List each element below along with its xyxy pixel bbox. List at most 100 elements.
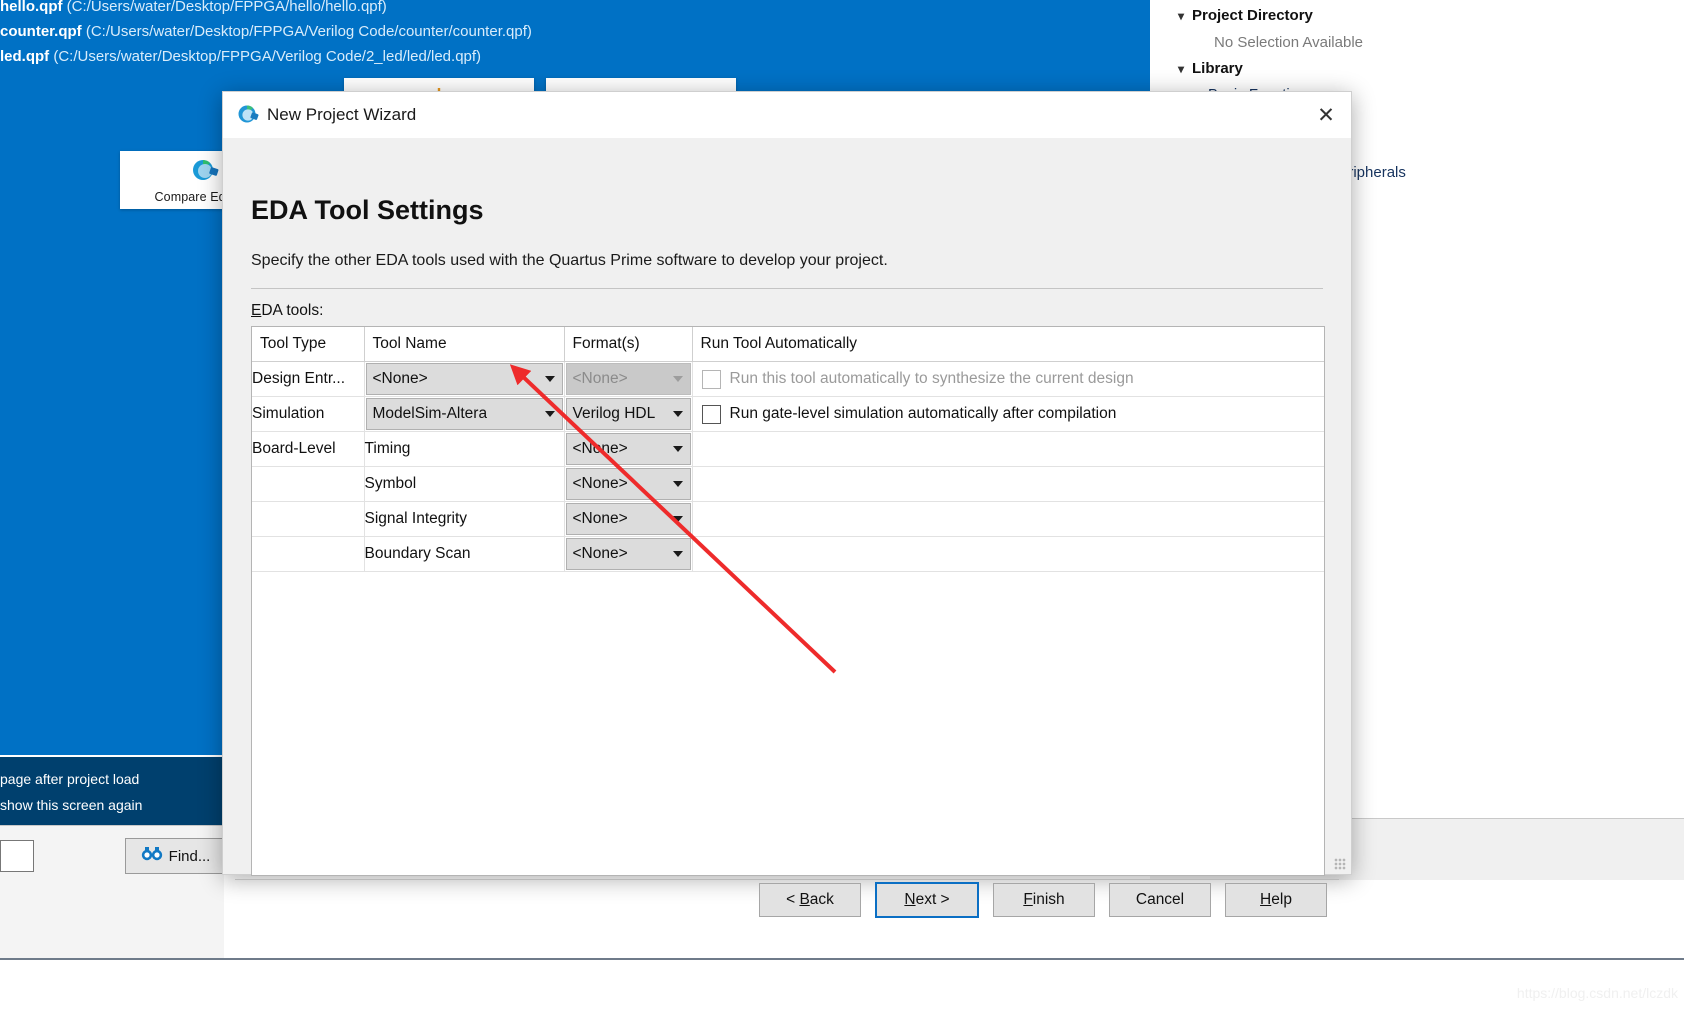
home-footer-textbox[interactable] — [0, 840, 34, 872]
page-description: Specify the other EDA tools used with th… — [251, 252, 888, 269]
run-tool-label: Run this tool automatically to synthesiz… — [729, 370, 1134, 387]
column-header-tool-name: Tool Name — [364, 327, 565, 362]
home-option-item[interactable]: page after project load — [0, 766, 224, 792]
close-icon[interactable]: ✕ — [1311, 100, 1341, 130]
recent-project-item[interactable]: counter.qpf (C:/Users/water/Desktop/FPPG… — [0, 19, 700, 44]
format-value: Verilog HDL — [572, 405, 656, 422]
eda-tools-table-wrapper: Tool Type Tool Name Format(s) Run Tool A… — [251, 326, 1325, 876]
next-button[interactable]: Next > — [875, 882, 979, 918]
cell-format: <None> — [564, 361, 693, 397]
format-dropdown[interactable]: <None> — [565, 538, 691, 570]
format-value: <None> — [572, 475, 628, 492]
dialog-titlebar: New Project Wizard ✕ — [223, 92, 1351, 138]
next-button-mnemonic: N — [904, 891, 916, 908]
format-value: <None> — [572, 510, 628, 527]
home-option-item[interactable]: show this screen again — [0, 792, 224, 818]
chevron-down-icon: ▾ — [1178, 9, 1185, 23]
project-directory-header[interactable]: ▾ Project Directory — [1178, 7, 1313, 24]
format-dropdown[interactable]: <None> — [565, 503, 691, 535]
cell-run-tool: Run gate-level simulation automatically … — [692, 396, 1325, 432]
cell-tool-name: Boundary Scan — [364, 536, 565, 572]
new-project-wizard-dialog: New Project Wizard ✕ EDA Tool Settings S… — [222, 91, 1352, 918]
run-tool-automatically-option: Run this tool automatically to synthesiz… — [693, 369, 1325, 389]
finish-button-label: inish — [1032, 891, 1065, 908]
run-gate-level-simulation-checkbox[interactable] — [701, 404, 721, 424]
cell-tool-type — [252, 501, 365, 537]
recent-projects-list: hello.qpf (C:/Users/water/Desktop/FPPGA/… — [0, 0, 700, 69]
eda-tools-label: EDA tools: — [251, 302, 324, 319]
dialog-button-row: < Back Next > Finish Cancel Help — [223, 880, 1351, 920]
eda-tools-label-rest: DA tools: — [261, 302, 324, 319]
format-dropdown: <None> — [565, 363, 691, 395]
tool-name-value: <None> — [372, 370, 428, 387]
help-button-mnemonic: H — [1260, 891, 1272, 908]
cell-format: <None> — [564, 466, 693, 502]
screen: hello.qpf (C:/Users/water/Desktop/FPPGA/… — [0, 0, 1684, 1027]
cell-format: <None> — [564, 536, 693, 572]
column-header-formats: Format(s) — [564, 327, 693, 362]
simulation-format-dropdown[interactable]: Verilog HDL — [565, 398, 691, 430]
home-footer-divider — [0, 825, 224, 826]
simulation-tool-name-dropdown[interactable]: ModelSim-Altera — [365, 398, 563, 430]
recent-project-name: led.qpf — [0, 48, 50, 65]
eda-tools-table: Tool Type Tool Name Format(s) Run Tool A… — [252, 327, 1324, 572]
format-value: <None> — [572, 370, 628, 387]
recent-project-item[interactable]: led.qpf (C:/Users/water/Desktop/FPPGA/Ve… — [0, 44, 700, 69]
divider — [251, 288, 1323, 289]
back-button-mnemonic: B — [799, 891, 810, 908]
format-dropdown[interactable]: <None> — [565, 468, 691, 500]
home-options-list: page after project load show this screen… — [0, 766, 224, 818]
cell-tool-type: Board-Level — [252, 431, 365, 467]
table-header-row: Tool Type Tool Name Format(s) Run Tool A… — [252, 327, 1324, 362]
back-button-label: ack — [809, 891, 834, 908]
run-tool-automatically-option[interactable]: Run gate-level simulation automatically … — [693, 404, 1325, 424]
cell-format: Verilog HDL — [564, 396, 693, 432]
recent-project-item[interactable]: hello.qpf (C:/Users/water/Desktop/FPPGA/… — [0, 0, 700, 19]
library-header[interactable]: ▾ Library — [1178, 60, 1243, 77]
table-row: Signal Integrity <None> — [252, 501, 1324, 537]
finish-button-mnemonic: F — [1023, 891, 1033, 908]
chevron-down-icon — [672, 376, 683, 382]
recent-project-name: hello.qpf — [0, 0, 63, 15]
cell-tool-name: <None> — [364, 361, 565, 397]
chevron-down-icon — [672, 446, 683, 452]
chevron-down-icon — [672, 411, 683, 417]
project-directory-empty: No Selection Available — [1214, 34, 1363, 51]
table-row: Design Entr... <None> <None> Run this to… — [252, 361, 1325, 397]
dialog-title: New Project Wizard — [267, 105, 417, 124]
resize-grip[interactable] — [1334, 858, 1346, 870]
format-dropdown[interactable]: <None> — [565, 433, 691, 465]
chevron-down-icon — [672, 516, 683, 522]
compare-editions-icon — [188, 157, 222, 188]
help-button[interactable]: Help — [1225, 883, 1327, 917]
tool-name-dropdown[interactable]: <None> — [365, 363, 563, 395]
cell-tool-type — [252, 466, 365, 502]
cell-run-tool — [692, 466, 1324, 502]
cell-tool-name: Signal Integrity — [364, 501, 565, 537]
cancel-button-label: Cancel — [1135, 891, 1185, 908]
format-value: <None> — [572, 545, 628, 562]
find-button[interactable]: Find... — [125, 838, 226, 874]
cancel-button[interactable]: Cancel — [1109, 883, 1211, 917]
table-row: Symbol <None> — [252, 466, 1324, 502]
page-bottom-area — [0, 960, 1684, 1027]
chevron-down-icon — [672, 551, 683, 557]
cell-tool-type: Simulation — [252, 396, 365, 432]
next-button-label: ext > — [915, 891, 950, 908]
table-row: Boundary Scan <None> — [252, 536, 1324, 572]
cell-tool-name: ModelSim-Altera — [364, 396, 565, 432]
back-button[interactable]: < Back — [759, 883, 861, 917]
chevron-down-icon — [544, 376, 555, 382]
cell-tool-name: Symbol — [364, 466, 565, 502]
cell-tool-name: Timing — [364, 431, 565, 467]
cell-run-tool — [692, 431, 1324, 467]
cell-run-tool: Run this tool automatically to synthesiz… — [692, 361, 1325, 397]
project-directory-title: Project Directory — [1192, 7, 1313, 24]
binoculars-icon — [141, 846, 163, 866]
finish-button[interactable]: Finish — [993, 883, 1095, 917]
recent-project-path: (C:/Users/water/Desktop/FPPGA/Verilog Co… — [85, 23, 532, 40]
chevron-down-icon — [544, 411, 555, 417]
cell-tool-type — [252, 536, 365, 572]
cell-run-tool — [692, 536, 1324, 572]
watermark: https://blog.csdn.net/lczdk — [1516, 985, 1678, 1001]
